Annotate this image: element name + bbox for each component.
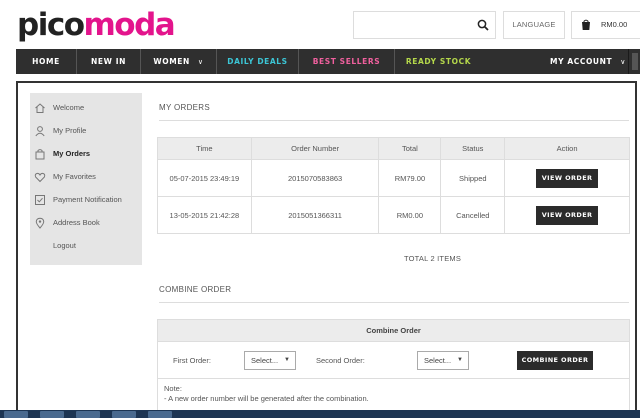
site-logo[interactable]: picomoda — [17, 7, 176, 43]
search-icon[interactable] — [477, 19, 489, 31]
payment-icon — [35, 195, 45, 205]
sidebar-item-label: My Favorites — [53, 172, 96, 181]
note-line: - A new order number will be generated a… — [164, 394, 369, 403]
heart-icon — [34, 172, 46, 183]
chevron-down-icon: ∨ — [197, 58, 204, 66]
language-button[interactable]: LANGUAGE — [503, 11, 565, 39]
combine-order-panel: Combine Order First Order: Select... ▼ S… — [157, 319, 630, 418]
order-action-cell: VIEW ORDER — [504, 159, 630, 197]
chevron-down-icon: ∨ — [620, 58, 626, 66]
search-box — [353, 11, 496, 39]
column-header-order-number: Order Number — [250, 137, 380, 160]
sidebar-item-my-orders[interactable]: My Orders — [30, 144, 142, 164]
sidebar-item-label: My Profile — [53, 126, 87, 135]
taskbar-button[interactable] — [76, 411, 100, 418]
combine-order-table-title: Combine Order — [158, 320, 629, 342]
nav-best-sellers-label: BEST SELLERS — [312, 57, 381, 66]
home-icon — [35, 103, 45, 113]
dropdown-arrow-icon: ▼ — [457, 357, 463, 363]
nav-daily-deals[interactable]: DAILY DEALS — [216, 49, 298, 74]
column-header-time: Time — [157, 137, 252, 160]
sidebar-item-welcome[interactable]: Welcome — [30, 98, 142, 118]
nav-my-account-label: MY ACCOUNT — [550, 57, 613, 66]
logo-text-pico: pico — [17, 7, 85, 43]
location-icon — [35, 217, 45, 229]
order-time: 05-07-2015 23:49:19 — [157, 159, 252, 197]
sidebar-item-payment-notification[interactable]: Payment Notification — [30, 190, 142, 210]
combine-order-title: COMBINE ORDER — [159, 285, 232, 294]
sidebar-item-label: My Orders — [53, 149, 91, 158]
combine-note: Note: - A new order number will be gener… — [164, 384, 369, 404]
nav-new-in-label: NEW IN — [91, 57, 126, 66]
nav-best-sellers[interactable]: BEST SELLERS — [298, 49, 394, 74]
view-order-button[interactable]: VIEW ORDER — [536, 168, 599, 188]
user-icon — [35, 126, 45, 137]
sidebar-item-label: Payment Notification — [53, 195, 122, 204]
cart-total: RM0.00 — [601, 20, 628, 29]
sidebar-item-logout[interactable]: Logout — [30, 236, 142, 256]
nav-new-in[interactable]: NEW IN — [76, 49, 140, 74]
order-total: RM79.00 — [378, 159, 442, 197]
combine-order-button[interactable]: COMBINE ORDER — [517, 351, 593, 370]
order-time: 13-05-2015 21:42:28 — [157, 196, 252, 234]
dropdown-arrow-icon: ▼ — [284, 357, 290, 363]
site-header: picomoda LANGUAGE RM0.00 — [0, 0, 640, 48]
nav-women-label: WOMEN — [153, 57, 190, 66]
sidebar-item-my-profile[interactable]: My Profile — [30, 121, 142, 141]
sidebar-item-label: Logout — [53, 241, 76, 250]
my-orders-title: MY ORDERS — [159, 103, 211, 112]
taskbar-button[interactable] — [40, 411, 64, 418]
bag-icon — [35, 149, 45, 160]
cart-icon — [582, 19, 590, 30]
nav-my-account[interactable]: MY ACCOUNT ∨ — [546, 49, 630, 74]
order-status: Cancelled — [440, 196, 506, 234]
view-order-button[interactable]: VIEW ORDER — [536, 205, 599, 225]
order-total: RM0.00 — [378, 196, 442, 234]
cart-button[interactable]: RM0.00 — [571, 11, 640, 39]
column-header-status: Status — [440, 137, 506, 160]
order-action-cell: VIEW ORDER — [504, 196, 630, 234]
nav-ready-stock-label: READY STOCK — [405, 57, 472, 66]
account-frame: Welcome My Profile My Orders My Favorite… — [16, 81, 637, 418]
column-header-total: Total — [378, 137, 442, 160]
nav-women[interactable]: WOMEN ∨ — [140, 49, 216, 74]
order-number: 2015070583863 — [250, 159, 380, 197]
account-sidebar: Welcome My Profile My Orders My Favorite… — [30, 93, 142, 265]
sidebar-item-label: Welcome — [53, 103, 85, 112]
search-input[interactable] — [354, 12, 469, 38]
second-order-select[interactable]: Select... ▼ — [417, 351, 469, 370]
orders-table: Time Order Number Total Status Action 05… — [157, 137, 630, 234]
nav-daily-deals-label: DAILY DEALS — [227, 57, 288, 66]
taskbar-button[interactable] — [4, 411, 28, 418]
column-header-action: Action — [504, 137, 630, 160]
order-number: 2015051366311 — [250, 196, 380, 234]
second-order-label: Second Order: — [316, 356, 365, 365]
main-nav: HOME NEW IN WOMEN ∨ DAILY DEALS BEST SELL… — [16, 49, 640, 74]
logo-text-moda: moda — [83, 7, 176, 43]
table-row: 13-05-2015 21:42:28 2015051366311 RM0.00… — [157, 196, 630, 234]
table-row: 05-07-2015 23:49:19 2015070583863 RM79.0… — [157, 159, 630, 197]
first-order-select-value: Select... — [251, 356, 279, 365]
taskbar-button[interactable] — [112, 411, 136, 418]
second-order-select-value: Select... — [424, 356, 452, 365]
nav-home[interactable]: HOME — [16, 49, 76, 74]
sidebar-item-my-favorites[interactable]: My Favorites — [30, 167, 142, 187]
os-taskbar — [0, 410, 640, 418]
note-title: Note: — [164, 384, 182, 393]
sidebar-item-address-book[interactable]: Address Book — [30, 213, 142, 233]
sidebar-item-label: Address Book — [53, 218, 100, 227]
first-order-label: First Order: — [173, 356, 211, 365]
nav-home-label: HOME — [32, 57, 60, 66]
total-items-count: TOTAL 2 ITEMS — [404, 254, 462, 263]
combine-order-row: First Order: Select... ▼ Second Order: S… — [158, 342, 629, 379]
divider — [159, 302, 629, 303]
first-order-select[interactable]: Select... ▼ — [244, 351, 296, 370]
divider — [159, 120, 629, 121]
nav-scrollbar[interactable] — [628, 49, 640, 74]
table-header-row: Time Order Number Total Status Action — [157, 137, 630, 160]
taskbar-button[interactable] — [148, 411, 172, 418]
order-status: Shipped — [440, 159, 506, 197]
nav-ready-stock[interactable]: READY STOCK — [394, 49, 482, 74]
